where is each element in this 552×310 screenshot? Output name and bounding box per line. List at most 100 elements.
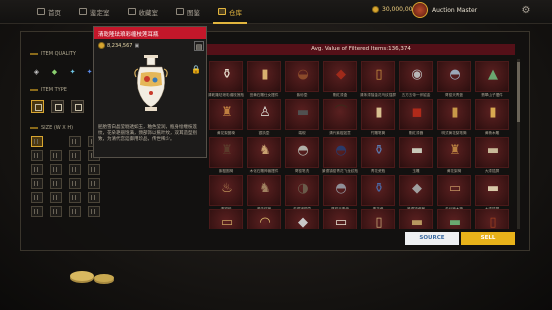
gem-icon[interactable]: ✦ [67, 66, 78, 77]
item-image: ▬ [410, 215, 424, 229]
inventory-item[interactable]: ▬ [285, 99, 319, 130]
gear-icon[interactable]: ⚙ [520, 5, 532, 17]
inventory-item[interactable]: ▭ [209, 209, 243, 229]
item-image: ◓ [335, 143, 347, 158]
inventory-item[interactable]: ◑ [285, 175, 319, 206]
inventory-item[interactable]: ▲ [475, 61, 509, 92]
item-image: ▮ [451, 105, 459, 120]
inventory-item[interactable]: ▯ [475, 209, 509, 229]
item-detail-popup: 清乾隆珐琅彩缠枝莲耳瓶 ▤ 8,234,567 ▣ 🔒 胚胎雪白晶莹剔透如玉，釉… [93, 26, 207, 158]
inventory-item[interactable]: ♜ [209, 99, 243, 130]
inventory-item[interactable]: ◓ [285, 137, 319, 168]
inventory-item[interactable]: ◼ [399, 99, 433, 130]
inventory-item[interactable]: ◓ [323, 175, 357, 206]
inventory-item[interactable]: ◆ [285, 209, 319, 229]
gem-icon[interactable]: ◆ [49, 66, 60, 77]
inventory-item[interactable]: ▬ [475, 175, 509, 206]
size-filter-cell[interactable] [69, 206, 81, 217]
lock-icon[interactable]: 🔒 [190, 65, 202, 79]
inventory-item[interactable]: ◓ [323, 137, 357, 168]
inventory-item[interactable]: ♜ [209, 137, 243, 168]
inventory-item[interactable]: ♨ [209, 175, 243, 206]
inventory-item[interactable]: ⌒ [323, 99, 357, 130]
size-filter-cell[interactable] [50, 206, 62, 217]
size-filter-cell[interactable] [31, 136, 43, 147]
gem-icon[interactable]: ◈ [31, 66, 42, 77]
size-filter-cell[interactable] [31, 164, 43, 175]
inventory-item[interactable]: ▯ [361, 209, 395, 229]
size-filter-cell[interactable] [88, 164, 100, 175]
source-button[interactable]: SOURCE [405, 232, 459, 245]
nav-tab-2[interactable]: 收藏室 [119, 0, 168, 24]
inventory-item[interactable]: ▬ [399, 209, 433, 229]
inventory-item[interactable]: ♜ [437, 137, 471, 168]
size-filter-cell[interactable] [31, 192, 43, 203]
inventory-item[interactable]: ▭ [323, 209, 357, 229]
item-image: ♜ [221, 143, 233, 158]
size-filter-cell[interactable] [31, 206, 43, 217]
size-filter-cell[interactable] [50, 150, 62, 161]
inventory-item[interactable]: ▬ [399, 137, 433, 168]
inventory-item[interactable]: ⚱ [361, 175, 395, 206]
size-filter-cell[interactable] [31, 150, 43, 161]
popup-price-value: 8,234,567 [107, 42, 133, 49]
size-filter-cell[interactable] [31, 178, 43, 189]
item-label: 玉雕 [412, 169, 420, 173]
type-label: ITEM TYPE [41, 87, 67, 93]
size-filter-cell[interactable] [88, 206, 100, 217]
user-profile[interactable]: Auction Master [412, 2, 477, 18]
sell-button[interactable]: SELL [461, 232, 515, 245]
nav-tab-1[interactable]: 鉴定室 [70, 0, 119, 24]
inventory-item[interactable]: ▯ [361, 61, 395, 92]
avg-value-header: Avg. Value of Filtered Items:136,374 [207, 44, 515, 55]
inventory-item[interactable]: ♞ [247, 137, 281, 168]
item-image: ▬ [448, 215, 462, 229]
inventory-item[interactable]: ♙ [247, 99, 281, 130]
inventory-item[interactable]: ▬ [437, 209, 471, 229]
type-filter-2[interactable] [51, 100, 64, 113]
inventory-item[interactable]: ▮ [437, 99, 471, 130]
size-filter-cell[interactable] [69, 136, 81, 147]
type-filter-3[interactable] [71, 100, 84, 113]
item-image: ▮ [489, 105, 497, 120]
item-image: ◓ [297, 143, 309, 158]
nav-tab-0[interactable]: 首页 [28, 0, 70, 24]
inventory-item[interactable]: ▮ [247, 61, 281, 92]
inventory-item[interactable]: ▮ [361, 99, 395, 130]
inventory-item[interactable]: ⚱ [209, 61, 243, 92]
size-filter-cell[interactable] [88, 178, 100, 189]
type-filter-all[interactable] [31, 100, 44, 113]
menu-icon[interactable]: ▤ [194, 41, 204, 51]
inventory-item[interactable]: ◆ [399, 175, 433, 206]
nav-tab-3[interactable]: 图鉴 [167, 0, 209, 24]
item-image: ▮ [261, 67, 269, 82]
size-filter-cell[interactable] [69, 192, 81, 203]
size-filter-cell[interactable] [69, 178, 81, 189]
inventory-item[interactable]: ◓ [437, 61, 471, 92]
size-filter-cell[interactable] [69, 150, 81, 161]
inventory-item[interactable]: ▬ [475, 137, 509, 168]
item-grid: ⚱ 清乾隆珐琅彩缠枝莲瓶 ▮ 田黄石雕仕女摆件 ◒ 紫砂壶 ◆ 剔红漆盒 ▯ 清朱漆描金花鸟纹插屏… [207, 59, 515, 229]
inventory-item[interactable]: ◆ [323, 61, 357, 92]
inventory-item[interactable]: ⚱ [361, 137, 395, 168]
size-filter-cell[interactable] [88, 192, 100, 203]
inventory-item[interactable]: ▭ [437, 175, 471, 206]
size-filter-cell[interactable] [50, 164, 62, 175]
inventory-item[interactable]: ▮ [475, 99, 509, 130]
user-name: Auction Master [432, 6, 478, 14]
item-image: ♙ [259, 105, 271, 120]
item-label: 竹雕笔筒 [370, 131, 386, 135]
inventory-item[interactable]: ◠ [247, 209, 281, 229]
size-filter-cell[interactable] [50, 192, 62, 203]
size-filter-cell[interactable] [50, 178, 62, 189]
inventory-item[interactable]: ◒ [285, 61, 319, 92]
inventory-item[interactable]: ◉ [399, 61, 433, 92]
inventory-item[interactable]: ♞ [247, 175, 281, 206]
item-image: ▬ [486, 143, 500, 158]
nav-tab-4[interactable]: 仓库 [209, 0, 251, 24]
scrollbar-thumb[interactable] [517, 62, 520, 122]
nav-tab-label: 鉴定室 [90, 8, 110, 17]
size-section-title: SIZE (W X H) [30, 125, 73, 131]
item-image: ◒ [297, 67, 309, 82]
size-filter-cell[interactable] [69, 164, 81, 175]
